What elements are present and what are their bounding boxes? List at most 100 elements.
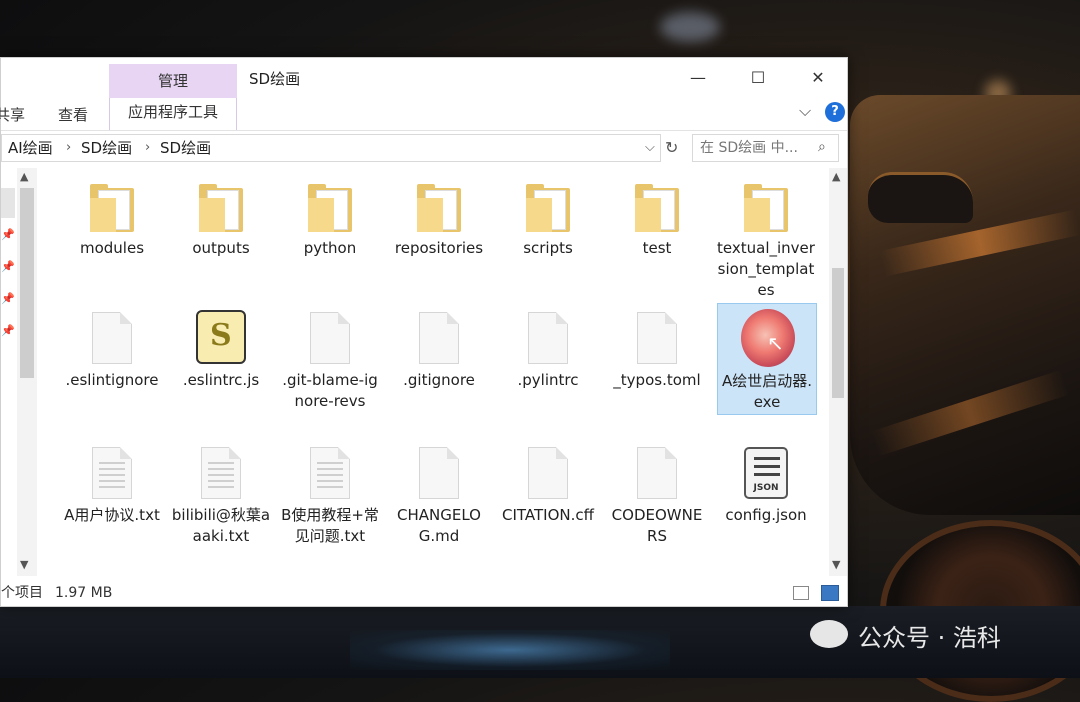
item-name: .eslintignore bbox=[65, 371, 159, 389]
folder-icon bbox=[308, 184, 352, 232]
text-file-icon bbox=[201, 447, 241, 499]
folder-item[interactable]: outputs bbox=[171, 176, 271, 259]
scroll-down-icon[interactable]: ▼ bbox=[832, 558, 840, 571]
item-name: .gitignore bbox=[403, 371, 475, 389]
pin-icon: 📌 bbox=[1, 260, 15, 273]
folder-icon bbox=[744, 184, 788, 232]
details-view-icon[interactable] bbox=[793, 586, 809, 600]
item-name: CITATION.cff bbox=[502, 506, 594, 524]
item-name: bilibili@秋葉aaaki.txt bbox=[171, 506, 271, 545]
scroll-up-icon[interactable]: ▲ bbox=[20, 170, 28, 183]
item-name: .eslintrc.js bbox=[182, 371, 260, 389]
bokeh-light bbox=[660, 12, 720, 42]
breadcrumb-separator-icon[interactable]: › bbox=[66, 135, 71, 161]
item-name: modules bbox=[79, 239, 145, 257]
item-name: repositories bbox=[394, 239, 484, 257]
item-name: A绘世启动器.exe bbox=[721, 372, 813, 411]
road-puddle bbox=[350, 630, 670, 670]
ribbon-collapse-icon[interactable]: ⌵ bbox=[799, 101, 811, 121]
folder-item[interactable]: textual_inversion_templates bbox=[716, 176, 816, 301]
pin-icon: 📌 bbox=[1, 292, 15, 305]
file-item[interactable]: .git-blame-ignore-revs bbox=[280, 308, 380, 412]
wechat-icon bbox=[810, 620, 848, 648]
folder-item[interactable]: repositories bbox=[389, 176, 489, 259]
scrollbar-thumb[interactable] bbox=[832, 268, 844, 398]
address-dropdown-icon[interactable]: ⌵ bbox=[645, 135, 655, 161]
item-name: CHANGELOG.md bbox=[397, 506, 481, 545]
file-item[interactable]: CHANGELOG.md bbox=[389, 443, 489, 547]
search-icon[interactable]: ⌕ bbox=[818, 139, 826, 155]
status-bar: 个项目 1.97 MB bbox=[1, 580, 847, 606]
file-item-selected[interactable]: ↖ A绘世启动器.exe bbox=[717, 303, 817, 415]
item-name: config.json bbox=[725, 506, 807, 524]
scrollbar-thumb[interactable] bbox=[20, 188, 34, 378]
tab-manage[interactable]: 管理 bbox=[109, 64, 237, 98]
file-item[interactable]: S .eslintrc.js bbox=[171, 308, 271, 391]
breadcrumb-ai-drawing[interactable]: AI绘画 bbox=[8, 135, 53, 161]
tab-view[interactable]: 查看 bbox=[58, 104, 88, 125]
navigation-scrollbar[interactable]: ▲ ▼ bbox=[17, 168, 37, 576]
folder-icon bbox=[90, 184, 134, 232]
breadcrumb-separator-icon[interactable]: › bbox=[145, 135, 150, 161]
file-item[interactable]: B使用教程+常见问题.txt bbox=[280, 443, 380, 547]
item-name: B使用教程+常见问题.txt bbox=[281, 506, 379, 545]
file-item[interactable]: .pylintrc bbox=[498, 308, 598, 391]
file-list-area[interactable]: 📌 📌 📌 📌 ▲ ▼ ▲ ▼ modules outputs python r… bbox=[1, 168, 849, 578]
content-scrollbar[interactable]: ▲ ▼ bbox=[829, 168, 847, 576]
car-mirror bbox=[868, 172, 973, 223]
item-name: _typos.toml bbox=[613, 371, 701, 389]
minimize-button[interactable]: — bbox=[678, 66, 718, 90]
text-file-icon bbox=[92, 447, 132, 499]
file-icon bbox=[310, 312, 350, 364]
folder-item[interactable]: scripts bbox=[498, 176, 598, 259]
file-icon bbox=[528, 312, 568, 364]
large-icons-view-icon[interactable] bbox=[821, 585, 839, 601]
item-name: .git-blame-ignore-revs bbox=[282, 371, 378, 410]
pin-icon: 📌 bbox=[1, 324, 15, 337]
folder-icon bbox=[526, 184, 570, 232]
file-item[interactable]: bilibili@秋葉aaaki.txt bbox=[171, 443, 271, 547]
file-item[interactable]: CODEOWNERS bbox=[607, 443, 707, 547]
scroll-up-icon[interactable]: ▲ bbox=[832, 170, 840, 183]
address-bar[interactable]: AI绘画 › SD绘画 › SD绘画 ⌵ bbox=[1, 134, 661, 162]
item-name: textual_inversion_templates bbox=[717, 239, 815, 299]
item-name: A用户协议.txt bbox=[64, 506, 160, 524]
text-file-icon bbox=[310, 447, 350, 499]
file-item[interactable]: A用户协议.txt bbox=[62, 443, 162, 526]
refresh-icon[interactable]: ↻ bbox=[665, 138, 678, 157]
navigation-pane-edge[interactable] bbox=[1, 188, 15, 218]
folder-icon bbox=[417, 184, 461, 232]
folder-item[interactable]: python bbox=[280, 176, 380, 259]
file-explorer-window: 管理 SD绘画 — ☐ ✕ 共享 查看 应用程序工具 ⌵ ? AI绘画 › SD… bbox=[0, 57, 848, 607]
tab-share[interactable]: 共享 bbox=[0, 104, 25, 125]
folder-item[interactable]: modules bbox=[62, 176, 162, 259]
breadcrumb-sd-drawing-current[interactable]: SD绘画 bbox=[160, 135, 211, 161]
window-title: SD绘画 bbox=[249, 70, 301, 88]
item-name: CODEOWNERS bbox=[611, 506, 703, 545]
tab-application-tools[interactable]: 应用程序工具 bbox=[109, 98, 237, 130]
mouse-cursor-icon: ↖ bbox=[767, 331, 784, 355]
search-input[interactable]: 在 SD绘画 中... bbox=[692, 134, 839, 162]
breadcrumb-sd-drawing[interactable]: SD绘画 bbox=[81, 135, 132, 161]
folder-icon bbox=[635, 184, 679, 232]
title-bar[interactable]: 管理 SD绘画 — ☐ ✕ bbox=[1, 58, 847, 98]
file-icon bbox=[528, 447, 568, 499]
file-item[interactable]: CITATION.cff bbox=[498, 443, 598, 526]
file-item[interactable]: _typos.toml bbox=[607, 308, 707, 391]
file-item[interactable]: .eslintignore bbox=[62, 308, 162, 391]
file-icon bbox=[637, 447, 677, 499]
item-name: scripts bbox=[523, 239, 573, 257]
pin-icon: 📌 bbox=[1, 228, 15, 241]
maximize-button[interactable]: ☐ bbox=[738, 66, 778, 90]
scroll-down-icon[interactable]: ▼ bbox=[20, 558, 28, 571]
status-item-count: 个项目 bbox=[1, 585, 43, 601]
file-item[interactable]: .gitignore bbox=[389, 308, 489, 391]
item-name: test bbox=[642, 239, 672, 257]
close-button[interactable]: ✕ bbox=[798, 66, 838, 90]
file-icon bbox=[92, 312, 132, 364]
file-item[interactable]: JSON config.json bbox=[716, 443, 816, 526]
help-button[interactable]: ? bbox=[825, 102, 845, 122]
folder-item[interactable]: test bbox=[607, 176, 707, 259]
file-icon bbox=[637, 312, 677, 364]
item-name: python bbox=[303, 239, 357, 257]
